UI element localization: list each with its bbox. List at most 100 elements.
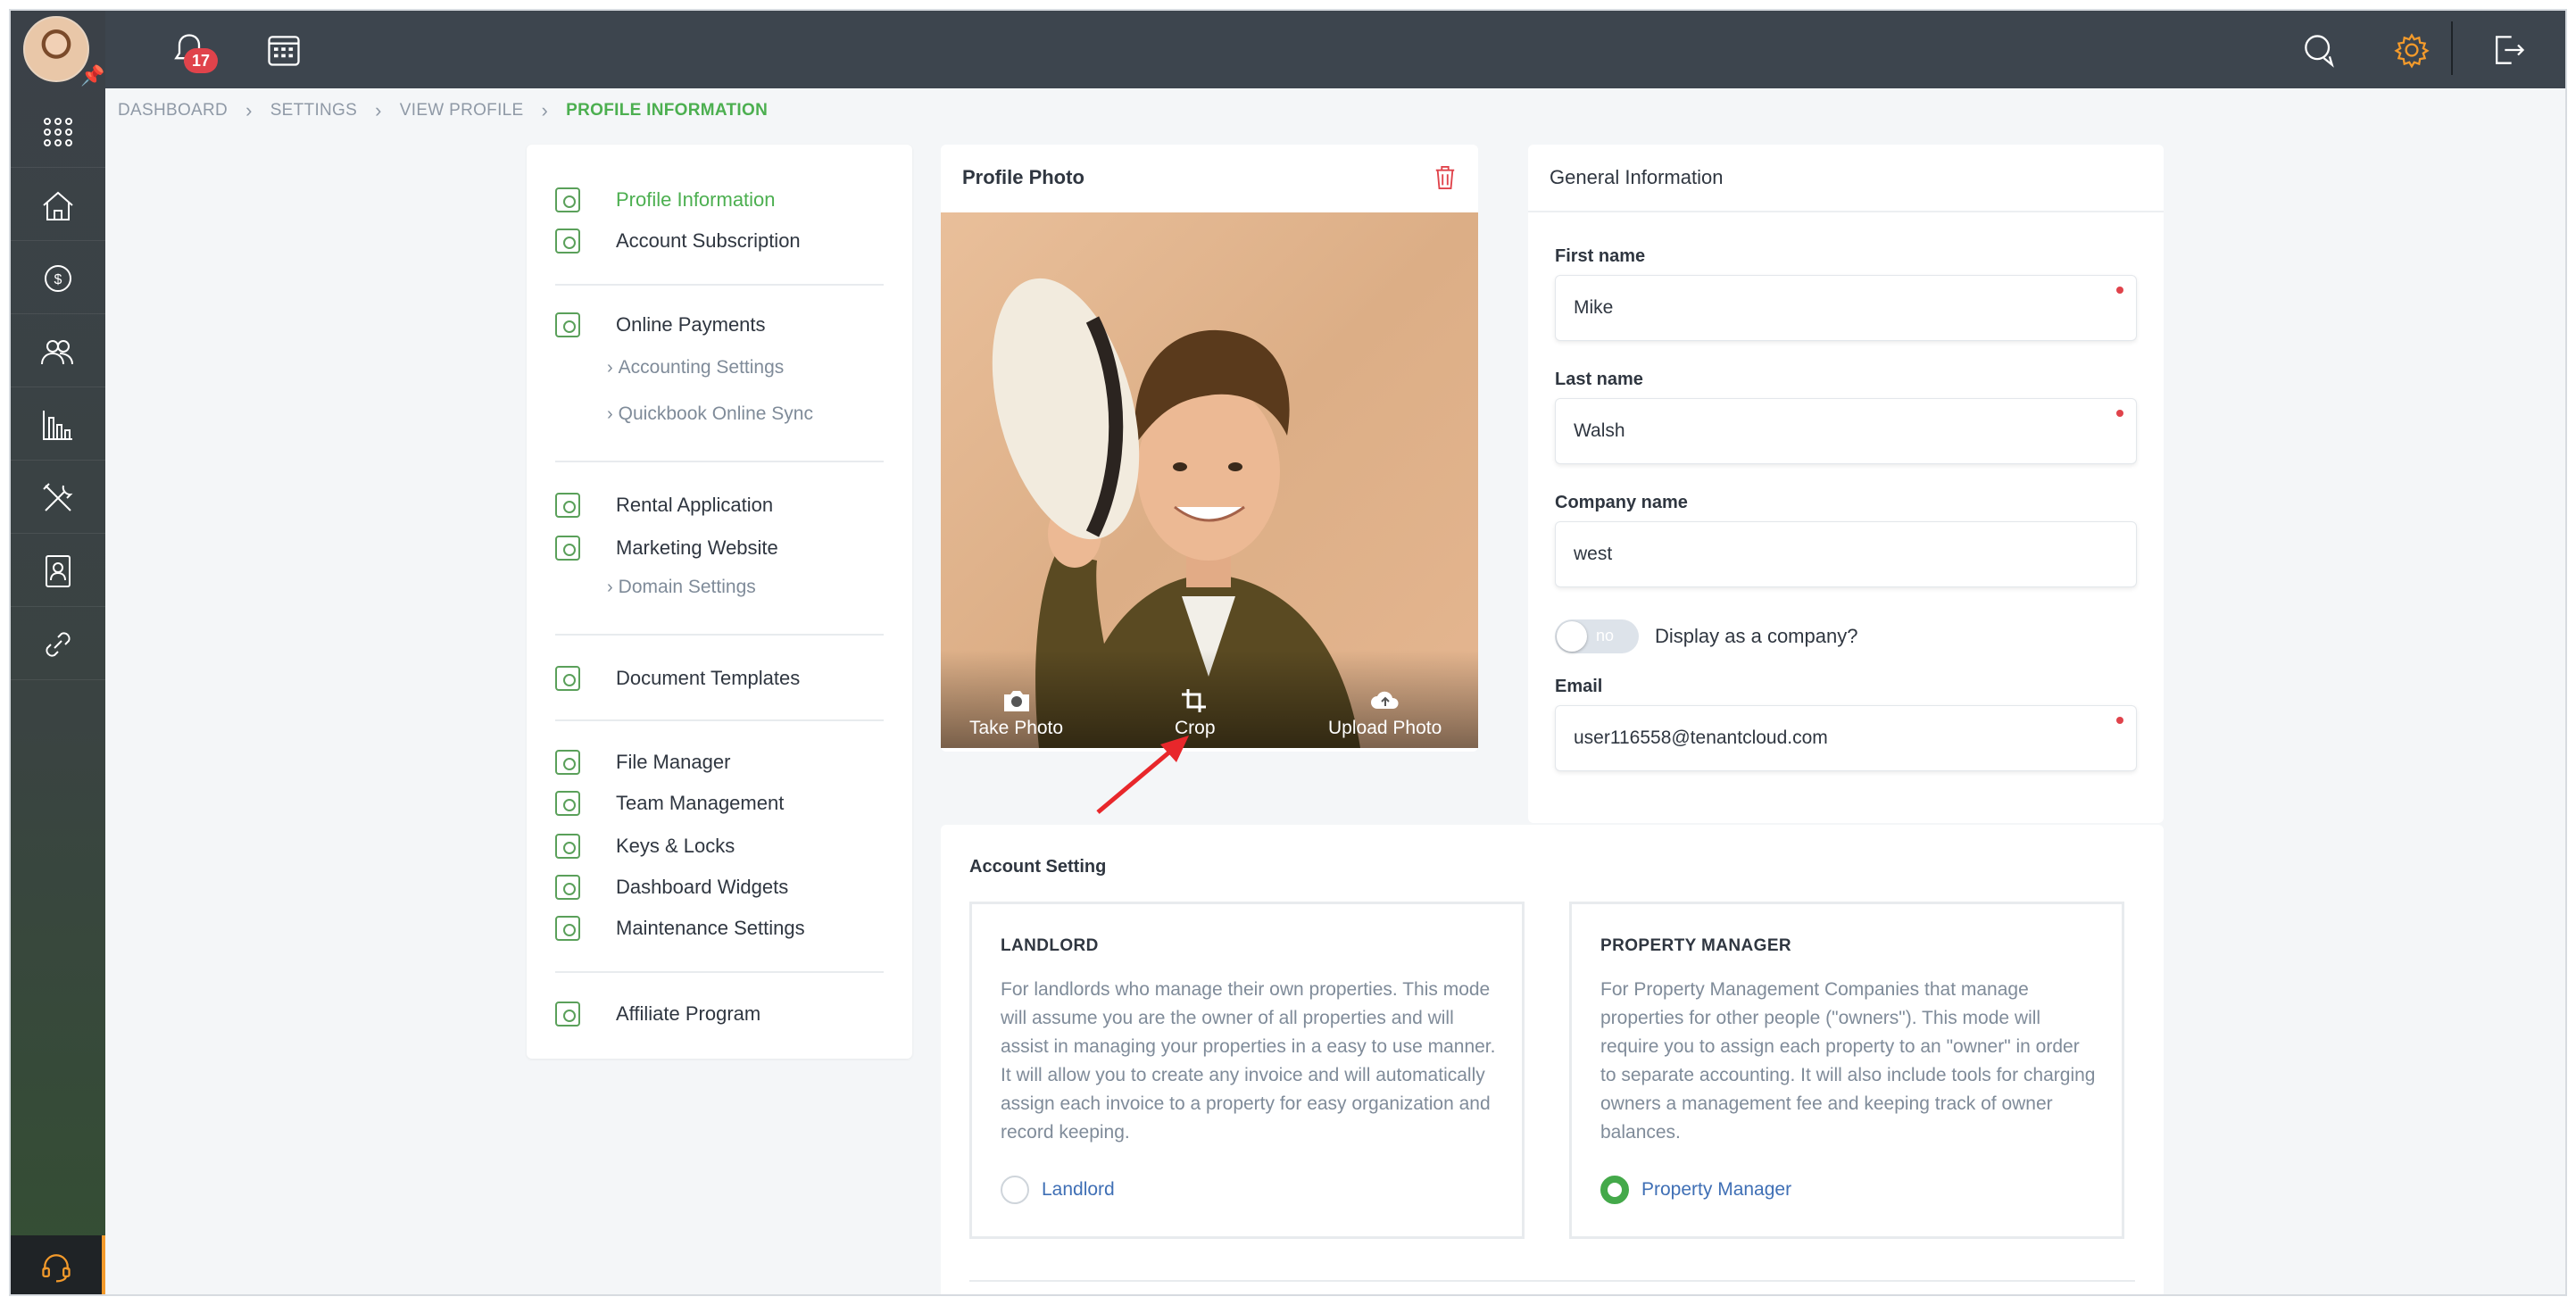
take-photo-button[interactable]: Take Photo [969, 687, 1063, 739]
affiliate-icon [555, 1002, 580, 1027]
divider [555, 971, 884, 973]
trash-icon[interactable] [1433, 164, 1457, 195]
nav-item-document-templates[interactable]: Document Templates [555, 661, 800, 696]
display-as-company-toggle[interactable]: no [1555, 619, 1639, 653]
nav-item-file-manager[interactable]: File Manager [555, 744, 730, 780]
upload-photo-label: Upload Photo [1328, 718, 1442, 738]
documents-icon[interactable] [11, 536, 105, 607]
property-manager-radio-label[interactable]: Property Manager [1641, 1179, 1791, 1201]
nav-sub-label: Quickbook Online Sync [618, 403, 813, 424]
nav-sub-label: Domain Settings [618, 577, 756, 597]
cupcake-icon [555, 229, 580, 254]
nav-label: File Manager [616, 751, 731, 773]
link-icon[interactable] [11, 609, 105, 680]
nav-item-affiliate-program[interactable]: Affiliate Program [555, 996, 760, 1032]
radio-unchecked-icon[interactable] [1001, 1176, 1029, 1204]
property-manager-mode-box[interactable]: PROPERTY MANAGER For Property Management… [1569, 902, 2124, 1239]
property-manager-radio[interactable]: Property Manager [1600, 1176, 1791, 1204]
application-icon [555, 493, 580, 518]
nav-sub-domain-settings[interactable]: › Domain Settings [607, 571, 756, 603]
general-information-card: General Information First name Last name… [1528, 145, 2164, 823]
breadcrumb-dashboard[interactable]: DASHBOARD [118, 101, 228, 121]
first-name-label: First name [1555, 246, 1646, 266]
divider [555, 284, 884, 286]
last-name-input[interactable] [1556, 399, 2091, 463]
nav-item-rental-application[interactable]: Rental Application [555, 487, 773, 523]
notification-badge: 17 [184, 48, 218, 73]
chat-icon[interactable] [2298, 29, 2340, 71]
logout-icon[interactable] [2487, 29, 2530, 71]
breadcrumb: DASHBOARD › SETTINGS › VIEW PROFILE › PR… [118, 98, 768, 123]
nav-label: Affiliate Program [616, 1002, 761, 1025]
last-name-field[interactable] [1555, 398, 2137, 464]
company-name-label: Company name [1555, 493, 1688, 512]
nav-item-dashboard-widgets[interactable]: Dashboard Widgets [555, 869, 788, 905]
apps-grid-icon[interactable] [11, 96, 105, 168]
support-headset-icon[interactable] [11, 1235, 105, 1294]
nav-item-team-management[interactable]: Team Management [555, 785, 784, 821]
pin-icon: 📌 [80, 64, 105, 87]
nav-label: Profile Information [616, 188, 776, 211]
camera-icon [1003, 691, 1029, 711]
email-field[interactable] [1555, 705, 2137, 771]
breadcrumb-settings[interactable]: SETTINGS [270, 101, 357, 121]
chevron-right-icon: › [607, 357, 613, 378]
toggle-state: no [1596, 627, 1615, 644]
team-icon [555, 791, 580, 816]
reports-icon[interactable] [11, 389, 105, 461]
nav-item-maintenance-settings[interactable]: Maintenance Settings [555, 910, 805, 946]
nav-item-online-payments[interactable]: Online Payments [555, 307, 766, 343]
landlord-mode-box[interactable]: LANDLORD For landlords who manage their … [969, 902, 1525, 1239]
nav-label: Account Subscription [616, 229, 801, 252]
cloud-upload-icon [1370, 691, 1399, 709]
maintenance-icon [555, 916, 580, 941]
nav-label: Dashboard Widgets [616, 876, 789, 898]
nav-item-account-subscription[interactable]: Account Subscription [555, 223, 801, 259]
landlord-radio[interactable]: Landlord [1001, 1176, 1115, 1204]
account-setting-title: Account Setting [969, 857, 1107, 877]
breadcrumb-view-profile[interactable]: VIEW PROFILE [400, 101, 524, 121]
upload-photo-button[interactable]: Upload Photo [1328, 687, 1442, 739]
key-icon [555, 834, 580, 859]
chevron-right-icon: › [375, 99, 382, 121]
first-name-input[interactable] [1556, 276, 2091, 340]
nav-item-profile-information[interactable]: Profile Information [555, 182, 776, 218]
nav-sub-quickbook-sync[interactable]: › Quickbook Online Sync [607, 398, 813, 430]
email-label: Email [1555, 677, 1603, 696]
calendar-icon[interactable] [262, 29, 305, 71]
nav-label: Marketing Website [616, 536, 778, 559]
nav-label: Team Management [616, 792, 785, 814]
nav-item-keys-locks[interactable]: Keys & Locks [555, 828, 735, 864]
profile-photo-title: Profile Photo [962, 166, 1084, 188]
avatar[interactable] [23, 16, 89, 82]
company-name-field[interactable] [1555, 521, 2137, 587]
nav-label: Document Templates [616, 667, 801, 689]
landlord-radio-label[interactable]: Landlord [1042, 1179, 1115, 1201]
display-as-company-label: Display as a company? [1655, 625, 1858, 647]
nav-label: Online Payments [616, 313, 766, 336]
radio-checked-icon[interactable] [1600, 1176, 1629, 1204]
payments-icon[interactable]: $ [11, 243, 105, 314]
property-manager-description: For Property Management Companies that m… [1600, 979, 2096, 1143]
crop-icon [1181, 689, 1206, 712]
landlord-description: For landlords who manage their own prope… [1001, 979, 1496, 1143]
top-bar: 17 [11, 11, 2565, 88]
annotation-arrow-icon [1096, 736, 1189, 814]
properties-icon[interactable] [11, 170, 105, 241]
image-icon [555, 536, 580, 561]
contacts-icon[interactable] [11, 316, 105, 387]
company-name-input[interactable] [1556, 522, 2091, 586]
divider [555, 634, 884, 636]
nav-item-marketing-website[interactable]: Marketing Website [555, 530, 778, 566]
general-information-title: General Information [1550, 166, 1724, 188]
nav-sub-accounting-settings[interactable]: › Accounting Settings [607, 352, 784, 384]
email-input[interactable] [1556, 706, 2091, 770]
first-name-field[interactable] [1555, 275, 2137, 341]
tools-icon[interactable] [11, 462, 105, 534]
nav-sub-label: Accounting Settings [618, 357, 785, 378]
profile-photo-image[interactable]: Take Photo Crop Upload Photo [941, 212, 1478, 748]
gear-icon[interactable] [2390, 29, 2433, 71]
divider [555, 461, 884, 462]
payments-settings-icon [555, 312, 580, 337]
property-manager-heading: PROPERTY MANAGER [1600, 936, 1792, 955]
